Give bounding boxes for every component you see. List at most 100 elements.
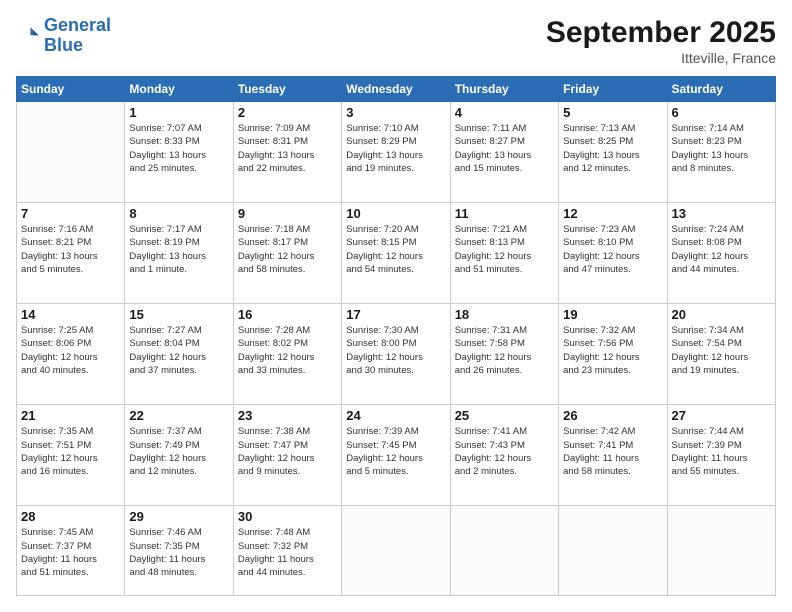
day-info: Sunrise: 7:39 AMSunset: 7:45 PMDaylight:… [346,425,445,478]
day-info: Sunrise: 7:13 AMSunset: 8:25 PMDaylight:… [563,122,662,175]
calendar-cell: 6 Sunrise: 7:14 AMSunset: 8:23 PMDaylight… [667,102,775,203]
day-number: 28 [21,509,120,524]
calendar-cell [342,506,450,596]
calendar-cell: 19Sunrise: 7:32 AMSunset: 7:56 PMDayligh… [559,304,667,405]
day-number: 20 [672,307,771,322]
day-info: Sunrise: 7:09 AMSunset: 8:31 PMDaylight:… [238,122,337,175]
calendar-cell: 8 Sunrise: 7:17 AMSunset: 8:19 PMDaylight… [125,203,233,304]
logo-line1: General [44,15,111,35]
calendar-cell: 15 Sunrise: 7:27 AMSunset: 8:04 PMDayligh… [125,304,233,405]
day-info: Sunrise: 7:07 AMSunset: 8:33 PMDaylight:… [129,122,228,175]
day-info: Sunrise: 7:18 AMSunset: 8:17 PMDaylight:… [238,223,337,276]
calendar-cell: 23 Sunrise: 7:38 AMSunset: 7:47 PMDayligh… [233,405,341,506]
calendar-cell: 3Sunrise: 7:10 AMSunset: 8:29 PMDaylight… [342,102,450,203]
day-info: Sunrise: 7:37 AMSunset: 7:49 PMDaylight:… [129,425,228,478]
logo-text: General Blue [44,16,111,56]
calendar-cell [450,506,558,596]
calendar-cell: 5 Sunrise: 7:13 AMSunset: 8:25 PMDaylight… [559,102,667,203]
month-title: September 2025 [546,16,776,50]
calendar-cell: 12 Sunrise: 7:23 AMSunset: 8:10 PMDayligh… [559,203,667,304]
calendar-cell: 17Sunrise: 7:30 AMSunset: 8:00 PMDayligh… [342,304,450,405]
day-info: Sunrise: 7:21 AMSunset: 8:13 PMDaylight:… [455,223,554,276]
calendar-week-row: 21 Sunrise: 7:35 AMSunset: 7:51 PMDayligh… [17,405,776,506]
calendar-cell: 1 Sunrise: 7:07 AMSunset: 8:33 PMDaylight… [125,102,233,203]
day-info: Sunrise: 7:17 AMSunset: 8:19 PMDaylight:… [129,223,228,276]
day-number: 1 [129,105,228,120]
logo: General Blue [16,16,111,56]
day-info: Sunrise: 7:32 AMSunset: 7:56 PMDaylight:… [563,324,662,377]
calendar-cell: 9 Sunrise: 7:18 AMSunset: 8:17 PMDaylight… [233,203,341,304]
day-info: Sunrise: 7:28 AMSunset: 8:02 PMDaylight:… [238,324,337,377]
day-of-week-header: Wednesday [342,77,450,102]
day-number: 11 [455,206,554,221]
calendar-cell: 10Sunrise: 7:20 AMSunset: 8:15 PMDayligh… [342,203,450,304]
day-info: Sunrise: 7:31 AMSunset: 7:58 PMDaylight:… [455,324,554,377]
calendar-cell: 29 Sunrise: 7:46 AMSunset: 7:35 PMDayligh… [125,506,233,596]
day-info: Sunrise: 7:48 AMSunset: 7:32 PMDaylight:… [238,526,337,579]
calendar-week-row: 28 Sunrise: 7:45 AMSunset: 7:37 PMDayligh… [17,506,776,596]
day-number: 8 [129,206,228,221]
day-info: Sunrise: 7:45 AMSunset: 7:37 PMDaylight:… [21,526,120,579]
calendar-cell: 25 Sunrise: 7:41 AMSunset: 7:43 PMDayligh… [450,405,558,506]
day-number: 23 [238,408,337,423]
day-number: 29 [129,509,228,524]
calendar-cell: 24Sunrise: 7:39 AMSunset: 7:45 PMDayligh… [342,405,450,506]
day-number: 7 [21,206,120,221]
day-of-week-header: Monday [125,77,233,102]
day-number: 25 [455,408,554,423]
day-info: Sunrise: 7:44 AMSunset: 7:39 PMDaylight:… [672,425,771,478]
calendar-cell: 21 Sunrise: 7:35 AMSunset: 7:51 PMDayligh… [17,405,125,506]
calendar-week-row: 7 Sunrise: 7:16 AMSunset: 8:21 PMDaylight… [17,203,776,304]
day-number: 14 [21,307,120,322]
day-info: Sunrise: 7:10 AMSunset: 8:29 PMDaylight:… [346,122,445,175]
day-of-week-header: Tuesday [233,77,341,102]
calendar-cell: 16 Sunrise: 7:28 AMSunset: 8:02 PMDayligh… [233,304,341,405]
day-of-week-header: Sunday [17,77,125,102]
header: General Blue September 2025 Itteville, F… [16,16,776,66]
day-number: 22 [129,408,228,423]
day-info: Sunrise: 7:34 AMSunset: 7:54 PMDaylight:… [672,324,771,377]
location: Itteville, France [546,50,776,66]
calendar-week-row: 14Sunrise: 7:25 AMSunset: 8:06 PMDayligh… [17,304,776,405]
day-of-week-header: Friday [559,77,667,102]
calendar-cell: 27Sunrise: 7:44 AMSunset: 7:39 PMDayligh… [667,405,775,506]
calendar-cell: 18 Sunrise: 7:31 AMSunset: 7:58 PMDayligh… [450,304,558,405]
day-number: 12 [563,206,662,221]
title-area: September 2025 Itteville, France [546,16,776,66]
calendar-cell [17,102,125,203]
header-row: SundayMondayTuesdayWednesdayThursdayFrid… [17,77,776,102]
calendar-cell: 26Sunrise: 7:42 AMSunset: 7:41 PMDayligh… [559,405,667,506]
day-number: 16 [238,307,337,322]
day-number: 5 [563,105,662,120]
calendar-cell: 30 Sunrise: 7:48 AMSunset: 7:32 PMDayligh… [233,506,341,596]
day-number: 18 [455,307,554,322]
day-info: Sunrise: 7:35 AMSunset: 7:51 PMDaylight:… [21,425,120,478]
day-info: Sunrise: 7:16 AMSunset: 8:21 PMDaylight:… [21,223,120,276]
day-of-week-header: Saturday [667,77,775,102]
calendar-cell: 2Sunrise: 7:09 AMSunset: 8:31 PMDaylight… [233,102,341,203]
day-number: 30 [238,509,337,524]
day-info: Sunrise: 7:23 AMSunset: 8:10 PMDaylight:… [563,223,662,276]
day-info: Sunrise: 7:41 AMSunset: 7:43 PMDaylight:… [455,425,554,478]
day-number: 21 [21,408,120,423]
day-info: Sunrise: 7:24 AMSunset: 8:08 PMDaylight:… [672,223,771,276]
calendar-cell: 28 Sunrise: 7:45 AMSunset: 7:37 PMDayligh… [17,506,125,596]
day-number: 9 [238,206,337,221]
day-info: Sunrise: 7:46 AMSunset: 7:35 PMDaylight:… [129,526,228,579]
day-number: 6 [672,105,771,120]
calendar-cell: 22 Sunrise: 7:37 AMSunset: 7:49 PMDayligh… [125,405,233,506]
day-info: Sunrise: 7:20 AMSunset: 8:15 PMDaylight:… [346,223,445,276]
day-number: 17 [346,307,445,322]
day-info: Sunrise: 7:42 AMSunset: 7:41 PMDaylight:… [563,425,662,478]
day-info: Sunrise: 7:11 AMSunset: 8:27 PMDaylight:… [455,122,554,175]
calendar-table: SundayMondayTuesdayWednesdayThursdayFrid… [16,76,776,596]
page: General Blue September 2025 Itteville, F… [0,0,792,612]
day-info: Sunrise: 7:27 AMSunset: 8:04 PMDaylight:… [129,324,228,377]
calendar-cell [667,506,775,596]
day-number: 15 [129,307,228,322]
day-info: Sunrise: 7:14 AMSunset: 8:23 PMDaylight:… [672,122,771,175]
day-of-week-header: Thursday [450,77,558,102]
calendar-cell: 20 Sunrise: 7:34 AMSunset: 7:54 PMDayligh… [667,304,775,405]
day-number: 13 [672,206,771,221]
day-info: Sunrise: 7:38 AMSunset: 7:47 PMDaylight:… [238,425,337,478]
